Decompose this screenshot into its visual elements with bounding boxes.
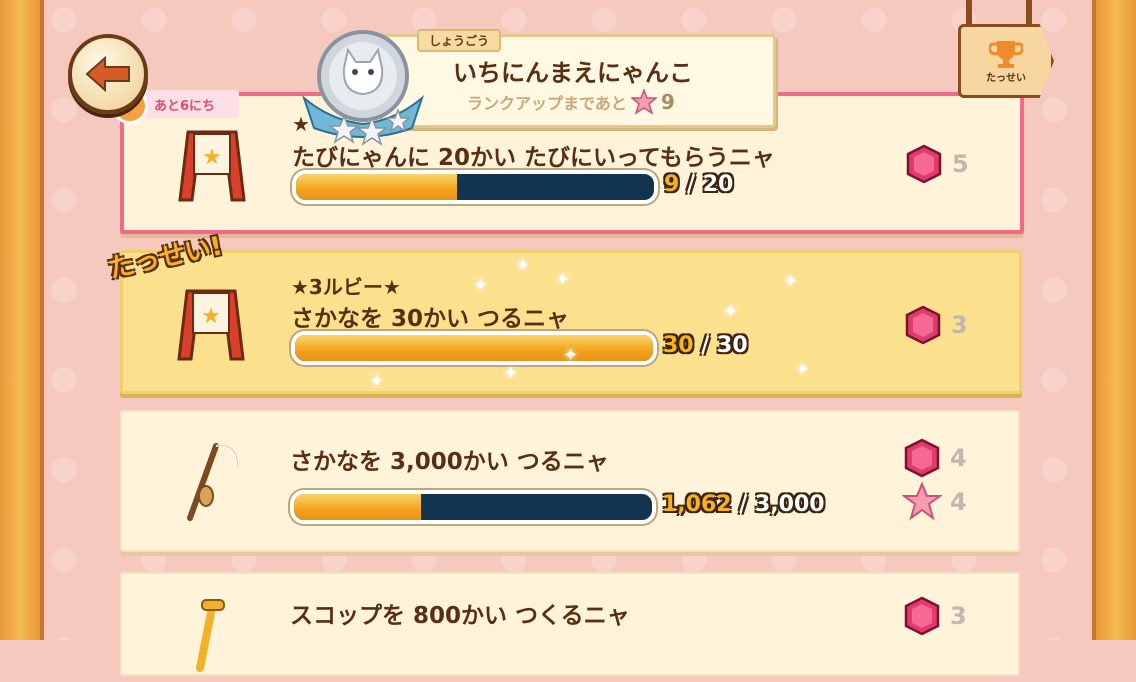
signboard-icon: ★ xyxy=(178,130,246,202)
reward-amount: 4 xyxy=(950,444,967,472)
right-frame xyxy=(1092,0,1136,640)
sign-rope xyxy=(966,0,972,26)
back-button[interactable] xyxy=(68,34,148,114)
ruby-icon xyxy=(904,596,940,636)
progress-current: 1,062 xyxy=(662,492,732,517)
sparkle-icon: ✦ xyxy=(473,275,489,296)
sparkle-icon: ✦ xyxy=(515,255,531,276)
sparkle-icon: ✦ xyxy=(783,271,799,292)
trophy-icon xyxy=(989,40,1023,68)
sparkle-icon: ✦ xyxy=(555,269,571,290)
sparkle-icon: ✦ xyxy=(723,301,739,322)
shovel-icon xyxy=(196,599,225,672)
ruby-icon xyxy=(904,438,940,478)
sign-rope xyxy=(1026,0,1032,26)
rank-up-info: ランクアップまであと 9 xyxy=(467,89,675,115)
svg-text:★: ★ xyxy=(202,145,222,170)
progress-bar xyxy=(292,170,658,204)
pink-star-icon xyxy=(902,482,942,521)
signboard-icon: ★ xyxy=(177,289,245,361)
progress-fill xyxy=(296,174,458,200)
reward-amount: 4 xyxy=(950,488,967,516)
mission-card[interactable]: さかなを 3,000かい つるニャ 1,062 / 3,000 4 4 xyxy=(120,410,1020,552)
reward-amount: 5 xyxy=(952,150,969,178)
achievements-button[interactable]: たっせい xyxy=(958,24,1054,98)
reward-ruby: 3 xyxy=(902,596,967,636)
sparkle-icon: ✦ xyxy=(563,345,579,366)
left-frame xyxy=(0,0,44,640)
sparkle-icon: ✦ xyxy=(503,363,519,384)
reward-ruby: 4 xyxy=(902,438,967,478)
progress-text: 1,062 / 3,000 xyxy=(662,492,825,517)
rank-medal-icon xyxy=(301,30,425,146)
progress-fill xyxy=(294,494,421,520)
rank-title: いちにんまえにゃんこ xyxy=(453,59,693,87)
mission-card[interactable]: スコップを 800かい つくるニャ 3 xyxy=(120,572,1020,676)
progress-current: 9 xyxy=(664,172,680,197)
reward-ruby: 5 xyxy=(904,144,969,184)
ruby-icon xyxy=(905,305,941,345)
progress-fill xyxy=(295,335,653,361)
reward-amount: 3 xyxy=(951,311,968,339)
back-arrow-icon xyxy=(85,56,130,92)
progress-current: 30 xyxy=(663,333,694,358)
sparkle-icon: ✦ xyxy=(369,371,385,392)
achievements-label: たっせい xyxy=(986,72,1026,84)
rank-tag: しょうごう xyxy=(417,29,502,52)
progress-separator: / xyxy=(686,172,696,197)
progress-bar xyxy=(291,331,657,365)
rank-up-label: ランクアップまであと xyxy=(467,94,627,113)
sparkle-icon: ✦ xyxy=(795,359,811,380)
rank-panel: しょうごう いちにんまえにゃんこ ランクアップまであと 9 xyxy=(380,29,776,128)
pink-star-icon xyxy=(630,89,657,115)
progress-separator: / xyxy=(739,492,748,517)
fishing-rod-icon xyxy=(187,443,239,521)
mission-text: さかなを 30かい つるニャ xyxy=(291,306,570,332)
reward-ruby: 3 xyxy=(903,305,968,345)
rank-up-count: 9 xyxy=(660,90,675,114)
progress-text: 9 / 20 xyxy=(664,172,733,197)
days-left-text: あと6にち xyxy=(154,98,216,114)
progress-target: 3,000 xyxy=(754,492,825,517)
reward-amount: 3 xyxy=(950,602,967,630)
reward-star: 4 xyxy=(902,482,967,522)
mission-card-completed[interactable]: たっせい! ★ ★3ルビー★ さかなを 30かい つるニャ 30 / 30 3 … xyxy=(106,231,1022,394)
progress-text: 30 / 30 xyxy=(663,333,748,358)
progress-separator: / xyxy=(701,333,710,358)
svg-text:★: ★ xyxy=(201,304,221,329)
mission-text: さかなを 3,000かい つるニャ xyxy=(290,449,609,475)
progress-target: 30 xyxy=(717,333,748,358)
rank-label: ★3ルビー★ xyxy=(291,275,401,299)
mission-text: スコップを 800かい つくるニャ xyxy=(290,603,630,629)
ruby-icon xyxy=(906,144,942,184)
progress-bar xyxy=(290,490,656,524)
progress-target: 20 xyxy=(702,172,734,197)
